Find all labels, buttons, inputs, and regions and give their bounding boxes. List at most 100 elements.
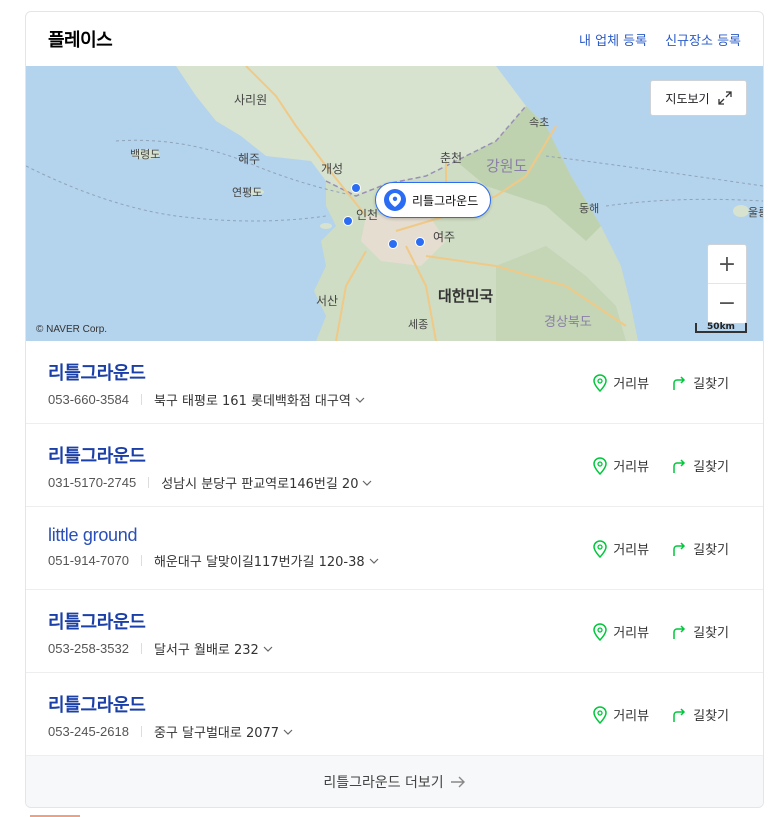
street-view-button[interactable]: 거리뷰	[593, 622, 649, 641]
directions-button[interactable]: 길찾기	[671, 456, 729, 475]
place-list: 리틀그라운드 053-660-3584 북구 태평로 161 롯데백화점 대구역…	[26, 341, 763, 756]
directions-label: 길찾기	[693, 543, 729, 558]
street-view-label: 거리뷰	[613, 543, 650, 558]
place-address-toggle[interactable]: 달서구 월배로 232	[154, 639, 273, 658]
map-label-donghae: 동해	[579, 201, 599, 215]
place-meta: 053-660-3584 북구 태평로 161 롯데백화점 대구역	[48, 390, 741, 409]
place-actions: 거리뷰 길찾기	[593, 622, 729, 641]
map-label-yeonpyeongdo: 연평도	[232, 186, 262, 199]
register-business-link[interactable]: 내 업체 등록	[579, 30, 647, 49]
divider	[140, 555, 142, 566]
street-view-button[interactable]: 거리뷰	[593, 456, 649, 475]
list-item: 리틀그라운드 053-660-3584 북구 태평로 161 롯데백화점 대구역…	[26, 341, 763, 424]
place-address-toggle[interactable]: 북구 태평로 161 롯데백화점 대구역	[154, 390, 365, 409]
street-view-button[interactable]: 거리뷰	[593, 705, 649, 724]
map-label-chuncheon: 춘천	[440, 150, 462, 165]
chevron-down-icon	[263, 646, 273, 652]
map-label-sariwon: 사리원	[234, 93, 267, 107]
location-pin-icon	[593, 705, 607, 724]
map-view-button[interactable]: 지도보기	[650, 80, 747, 116]
street-view-label: 거리뷰	[613, 377, 650, 392]
chevron-down-icon	[355, 397, 365, 403]
chevron-down-icon	[363, 480, 372, 486]
place-address: 해운대구 달맞이길117번가길 120-38	[153, 555, 365, 570]
map-label-gaeseong: 개성	[321, 162, 343, 176]
map-scale: 50km	[695, 323, 747, 333]
place-address-toggle[interactable]: 성남시 분당구 판교역로146번길 20	[161, 473, 372, 492]
map-view-label: 지도보기	[665, 91, 710, 106]
place-address: 달서구 월배로 232	[153, 643, 259, 658]
list-item: 리틀그라운드 053-258-3532 달서구 월배로 232 거리뷰 길찾기	[26, 590, 763, 673]
arrow-right-icon	[450, 776, 465, 787]
map-label-seosan: 서산	[316, 294, 338, 308]
location-pin-icon	[593, 373, 607, 392]
location-pin-icon	[384, 189, 406, 211]
map-label-gyeongbuk: 경상북도	[544, 315, 592, 330]
map-marker-dot[interactable]	[351, 183, 361, 193]
map-label-haeju: 해주	[238, 152, 260, 166]
place-meta: 031-5170-2745 성남시 분당구 판교역로146번길 20	[48, 473, 741, 492]
place-address: 북구 태평로 161 롯데백화점 대구역	[153, 394, 351, 409]
directions-button[interactable]: 길찾기	[671, 705, 729, 724]
street-view-label: 거리뷰	[613, 626, 650, 641]
section-title: 플레이스	[48, 30, 113, 51]
directions-arrow-icon	[673, 624, 686, 639]
directions-arrow-icon	[673, 541, 686, 556]
list-item: little ground 051-914-7070 해운대구 달맞이길117번…	[26, 507, 763, 590]
place-address: 중구 달구벌대로 2077	[153, 726, 280, 741]
chevron-down-icon	[369, 558, 379, 564]
directions-arrow-icon	[673, 707, 686, 722]
map-pin-label[interactable]: 리틀그라운드	[375, 182, 492, 218]
place-meta: 053-258-3532 달서구 월배로 232	[48, 639, 741, 658]
map-marker-dot[interactable]	[388, 239, 398, 249]
zoom-in-button[interactable]: +	[708, 245, 746, 284]
directions-label: 길찾기	[693, 460, 729, 475]
place-address-toggle[interactable]: 해운대구 달맞이길117번가길 120-38	[154, 551, 379, 570]
map-label-baengnyeongdo: 백령도	[130, 148, 160, 161]
chevron-down-icon	[283, 729, 293, 735]
location-pin-icon	[593, 456, 607, 475]
place-phone: 031-5170-2745	[48, 475, 137, 490]
divider	[140, 394, 142, 405]
place-header: 플레이스 내 업체 등록 신규장소 등록	[26, 12, 763, 66]
place-phone: 053-660-3584	[48, 392, 129, 407]
directions-label: 길찾기	[693, 626, 729, 641]
divider	[140, 726, 142, 737]
register-new-place-link[interactable]: 신규장소 등록	[665, 30, 741, 49]
more-results-label: 리틀그라운드 더보기	[323, 774, 444, 791]
street-view-button[interactable]: 거리뷰	[593, 539, 649, 558]
map-view[interactable]: 사리원 백령도 해주 연평도 개성 춘천 강원도 속초 동해 울릉 인천 여주 …	[26, 66, 763, 341]
map-label-korea: 대한민국	[438, 287, 493, 305]
map-label-yeoju: 여주	[433, 230, 455, 244]
map-marker-dot[interactable]	[343, 216, 353, 226]
location-pin-icon	[593, 622, 607, 641]
more-results-button[interactable]: 리틀그라운드 더보기	[26, 756, 763, 807]
directions-label: 길찾기	[693, 377, 729, 392]
divider	[148, 477, 150, 488]
map-copyright: © NAVER Corp.	[36, 324, 108, 335]
place-actions: 거리뷰 길찾기	[593, 373, 729, 392]
place-phone: 051-914-7070	[48, 553, 129, 568]
divider	[140, 643, 142, 654]
place-address-toggle[interactable]: 중구 달구벌대로 2077	[154, 722, 293, 741]
place-actions: 거리뷰 길찾기	[593, 456, 729, 475]
location-pin-icon	[593, 539, 607, 558]
place-phone: 053-245-2618	[48, 724, 129, 739]
place-meta: 053-245-2618 중구 달구벌대로 2077	[48, 722, 741, 741]
zoom-out-button[interactable]: −	[708, 284, 746, 323]
place-card: 플레이스 내 업체 등록 신규장소 등록 사리원 백령도 해주 연평도 개성 춘…	[25, 11, 764, 808]
place-address: 성남시 분당구 판교역로146번길 20	[161, 477, 359, 492]
directions-button[interactable]: 길찾기	[671, 539, 729, 558]
zoom-control: + −	[707, 244, 747, 324]
directions-button[interactable]: 길찾기	[671, 373, 729, 392]
map-label-ulleung: 울릉	[748, 206, 763, 219]
expand-icon	[717, 91, 732, 105]
directions-label: 길찾기	[693, 709, 729, 724]
place-actions: 거리뷰 길찾기	[593, 705, 729, 724]
street-view-button[interactable]: 거리뷰	[593, 373, 649, 392]
place-actions: 거리뷰 길찾기	[593, 539, 729, 558]
directions-button[interactable]: 길찾기	[671, 622, 729, 641]
map-marker-dot[interactable]	[415, 237, 425, 247]
directions-arrow-icon	[673, 375, 686, 390]
street-view-label: 거리뷰	[613, 460, 650, 475]
